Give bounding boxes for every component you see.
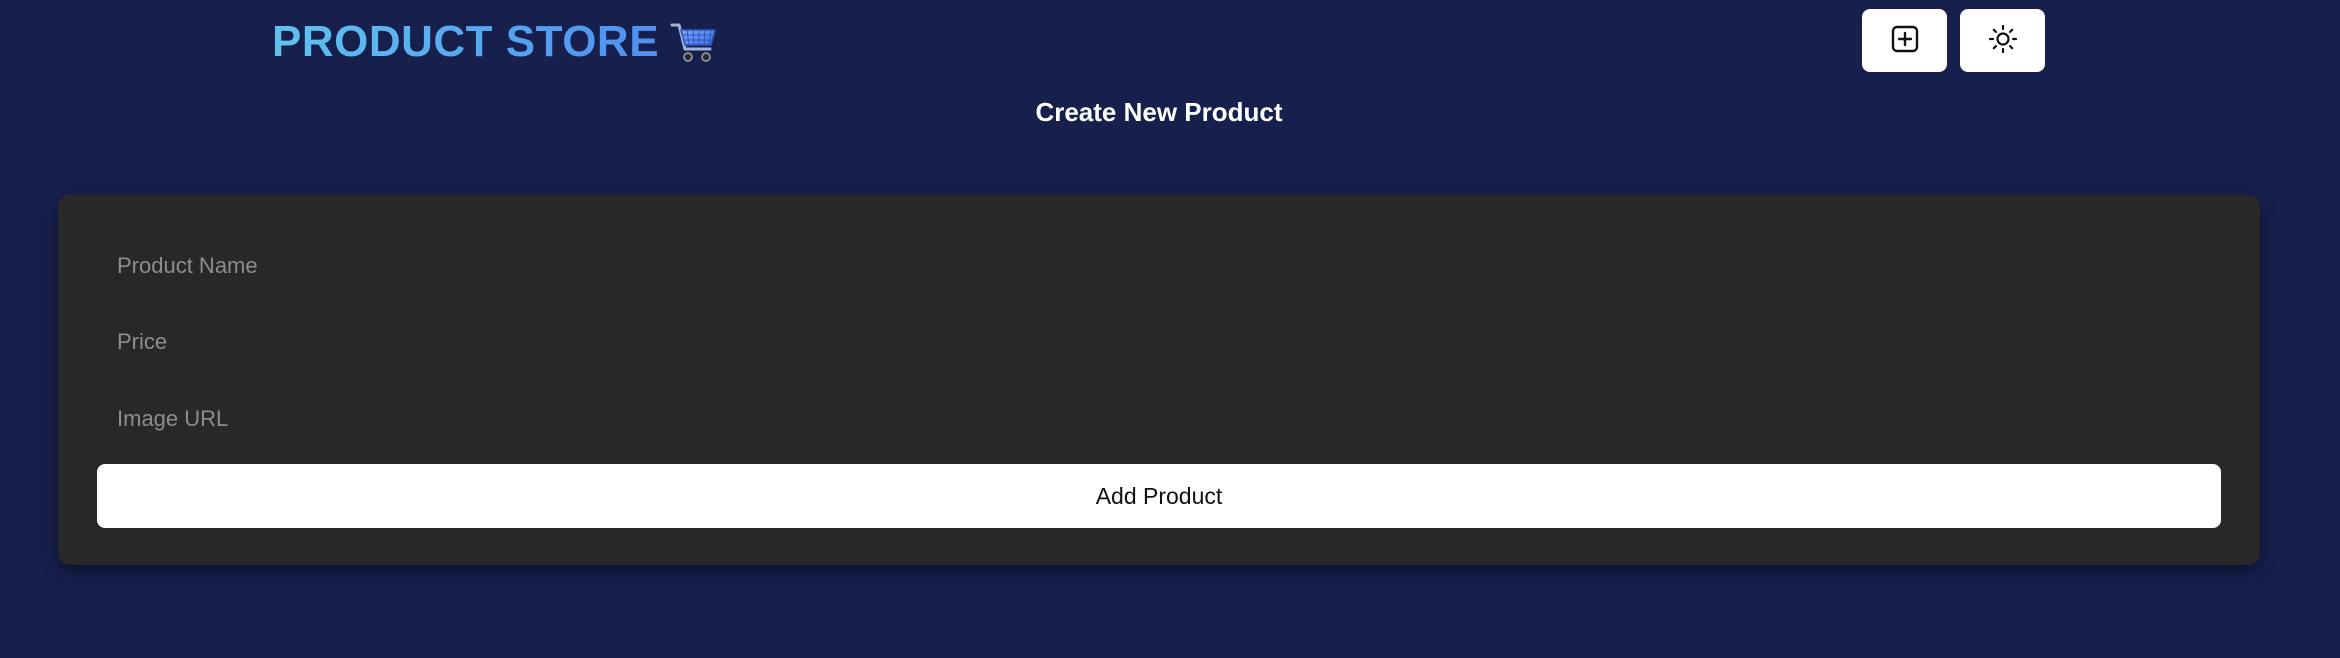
create-product-form: Add Product — [58, 195, 2260, 565]
theme-toggle-button[interactable] — [1960, 9, 2045, 72]
create-product-button[interactable] — [1862, 9, 1947, 72]
add-product-button[interactable]: Add Product — [97, 464, 2221, 528]
page-title: Create New Product — [1035, 97, 1283, 127]
page: PRODUCT STORE Create New Product Product… — [0, 0, 2340, 658]
brand-link[interactable]: PRODUCT STORE — [272, 12, 719, 72]
plus-square-icon — [1890, 24, 1920, 57]
shopping-cart-icon — [669, 17, 719, 67]
brand-title: PRODUCT STORE — [272, 17, 660, 66]
image-url-input[interactable] — [97, 391, 2221, 447]
sun-icon — [1987, 23, 2019, 58]
price-input[interactable] — [97, 314, 2221, 370]
product-name-input[interactable] — [97, 238, 2221, 294]
navbar: PRODUCT STORE — [0, 0, 2340, 82]
